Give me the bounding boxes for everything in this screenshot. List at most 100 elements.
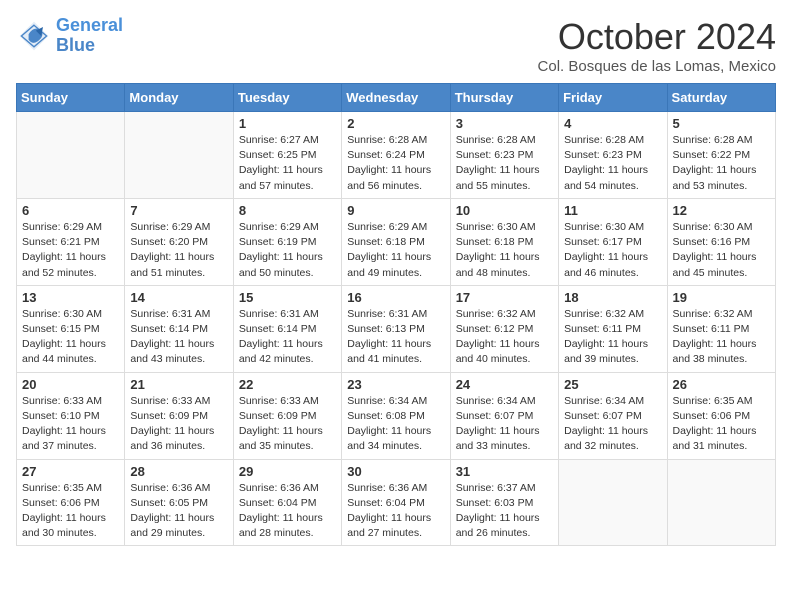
day-info: Sunrise: 6:30 AM Sunset: 6:15 PM Dayligh…: [22, 307, 119, 368]
day-number: 8: [239, 203, 336, 218]
logo-text: General Blue: [56, 16, 123, 56]
day-info: Sunrise: 6:27 AM Sunset: 6:25 PM Dayligh…: [239, 133, 336, 194]
calendar-week-row: 20 Sunrise: 6:33 AM Sunset: 6:10 PM Dayli…: [17, 372, 776, 459]
calendar-cell: 6 Sunrise: 6:29 AM Sunset: 6:21 PM Daylig…: [17, 198, 125, 285]
day-number: 11: [564, 203, 661, 218]
day-number: 31: [456, 464, 553, 479]
calendar-cell: 12 Sunrise: 6:30 AM Sunset: 6:16 PM Dayli…: [667, 198, 775, 285]
day-number: 10: [456, 203, 553, 218]
calendar-cell: 8Sunrise: 6:29 AM Sunset: 6:19 PM Daylig…: [233, 198, 341, 285]
calendar-cell: 19 Sunrise: 6:32 AM Sunset: 6:11 PM Dayli…: [667, 285, 775, 372]
calendar-cell: 30Sunrise: 6:36 AM Sunset: 6:04 PM Dayli…: [342, 459, 450, 546]
day-number: 1: [239, 116, 336, 131]
calendar-cell: 4 Sunrise: 6:28 AM Sunset: 6:23 PM Daylig…: [559, 112, 667, 199]
calendar-week-row: 6 Sunrise: 6:29 AM Sunset: 6:21 PM Daylig…: [17, 198, 776, 285]
day-number: 28: [130, 464, 227, 479]
weekday-header: Friday: [559, 84, 667, 112]
day-info: Sunrise: 6:35 AM Sunset: 6:06 PM Dayligh…: [22, 481, 119, 542]
weekday-header: Monday: [125, 84, 233, 112]
calendar-cell: [17, 112, 125, 199]
calendar-week-row: 1 Sunrise: 6:27 AM Sunset: 6:25 PM Daylig…: [17, 112, 776, 199]
logo-icon: [16, 18, 52, 54]
day-info: Sunrise: 6:31 AM Sunset: 6:14 PM Dayligh…: [239, 307, 336, 368]
weekday-header: Tuesday: [233, 84, 341, 112]
calendar-table: SundayMondayTuesdayWednesdayThursdayFrid…: [16, 83, 776, 546]
calendar-week-row: 13 Sunrise: 6:30 AM Sunset: 6:15 PM Dayli…: [17, 285, 776, 372]
day-info: Sunrise: 6:32 AM Sunset: 6:12 PM Dayligh…: [456, 307, 553, 368]
calendar-cell: 29 Sunrise: 6:36 AM Sunset: 6:04 PM Dayli…: [233, 459, 341, 546]
calendar-cell: 31 Sunrise: 6:37 AM Sunset: 6:03 PM Dayli…: [450, 459, 558, 546]
day-number: 12: [673, 203, 770, 218]
calendar-cell: 10 Sunrise: 6:30 AM Sunset: 6:18 PM Dayli…: [450, 198, 558, 285]
day-info: Sunrise: 6:32 AM Sunset: 6:11 PM Dayligh…: [564, 307, 661, 368]
weekday-header: Wednesday: [342, 84, 450, 112]
calendar-cell: 1 Sunrise: 6:27 AM Sunset: 6:25 PM Daylig…: [233, 112, 341, 199]
day-number: 13: [22, 290, 119, 305]
day-info: Sunrise: 6:29 AM Sunset: 6:20 PM Dayligh…: [130, 220, 227, 281]
calendar-cell: 26Sunrise: 6:35 AM Sunset: 6:06 PM Dayli…: [667, 372, 775, 459]
day-number: 14: [130, 290, 227, 305]
title-block: October 2024 Col. Bosques de las Lomas, …: [538, 16, 776, 75]
day-number: 22: [239, 377, 336, 392]
day-info: Sunrise: 6:28 AM Sunset: 6:23 PM Dayligh…: [564, 133, 661, 194]
weekday-header: Thursday: [450, 84, 558, 112]
day-number: 6: [22, 203, 119, 218]
day-info: Sunrise: 6:30 AM Sunset: 6:16 PM Dayligh…: [673, 220, 770, 281]
weekday-header: Saturday: [667, 84, 775, 112]
calendar-cell: 21 Sunrise: 6:33 AM Sunset: 6:09 PM Dayli…: [125, 372, 233, 459]
day-number: 17: [456, 290, 553, 305]
day-info: Sunrise: 6:29 AM Sunset: 6:21 PM Dayligh…: [22, 220, 119, 281]
calendar-cell: 2 Sunrise: 6:28 AM Sunset: 6:24 PM Daylig…: [342, 112, 450, 199]
calendar-cell: 16 Sunrise: 6:31 AM Sunset: 6:13 PM Dayli…: [342, 285, 450, 372]
calendar-cell: 22 Sunrise: 6:33 AM Sunset: 6:09 PM Dayli…: [233, 372, 341, 459]
day-number: 24: [456, 377, 553, 392]
day-number: 23: [347, 377, 444, 392]
day-number: 19: [673, 290, 770, 305]
logo: General Blue: [16, 16, 123, 56]
calendar-cell: 7Sunrise: 6:29 AM Sunset: 6:20 PM Daylig…: [125, 198, 233, 285]
day-number: 15: [239, 290, 336, 305]
calendar-cell: [559, 459, 667, 546]
day-number: 18: [564, 290, 661, 305]
day-info: Sunrise: 6:32 AM Sunset: 6:11 PM Dayligh…: [673, 307, 770, 368]
day-info: Sunrise: 6:30 AM Sunset: 6:17 PM Dayligh…: [564, 220, 661, 281]
calendar-cell: 27 Sunrise: 6:35 AM Sunset: 6:06 PM Dayli…: [17, 459, 125, 546]
day-info: Sunrise: 6:36 AM Sunset: 6:04 PM Dayligh…: [239, 481, 336, 542]
day-number: 16: [347, 290, 444, 305]
day-number: 4: [564, 116, 661, 131]
day-info: Sunrise: 6:33 AM Sunset: 6:10 PM Dayligh…: [22, 394, 119, 455]
day-info: Sunrise: 6:34 AM Sunset: 6:07 PM Dayligh…: [456, 394, 553, 455]
calendar-cell: 20 Sunrise: 6:33 AM Sunset: 6:10 PM Dayli…: [17, 372, 125, 459]
day-info: Sunrise: 6:31 AM Sunset: 6:13 PM Dayligh…: [347, 307, 444, 368]
calendar-cell: 14 Sunrise: 6:31 AM Sunset: 6:14 PM Dayli…: [125, 285, 233, 372]
day-info: Sunrise: 6:33 AM Sunset: 6:09 PM Dayligh…: [239, 394, 336, 455]
day-info: Sunrise: 6:28 AM Sunset: 6:24 PM Dayligh…: [347, 133, 444, 194]
calendar-cell: 17 Sunrise: 6:32 AM Sunset: 6:12 PM Dayli…: [450, 285, 558, 372]
day-number: 21: [130, 377, 227, 392]
calendar-cell: 18 Sunrise: 6:32 AM Sunset: 6:11 PM Dayli…: [559, 285, 667, 372]
day-number: 25: [564, 377, 661, 392]
day-info: Sunrise: 6:34 AM Sunset: 6:08 PM Dayligh…: [347, 394, 444, 455]
day-info: Sunrise: 6:37 AM Sunset: 6:03 PM Dayligh…: [456, 481, 553, 542]
month-title: October 2024: [538, 16, 776, 58]
day-number: 29: [239, 464, 336, 479]
calendar-cell: 25 Sunrise: 6:34 AM Sunset: 6:07 PM Dayli…: [559, 372, 667, 459]
day-number: 20: [22, 377, 119, 392]
day-number: 27: [22, 464, 119, 479]
day-info: Sunrise: 6:31 AM Sunset: 6:14 PM Dayligh…: [130, 307, 227, 368]
day-info: Sunrise: 6:35 AM Sunset: 6:06 PM Dayligh…: [673, 394, 770, 455]
weekday-header: Sunday: [17, 84, 125, 112]
calendar-cell: 28Sunrise: 6:36 AM Sunset: 6:05 PM Dayli…: [125, 459, 233, 546]
day-info: Sunrise: 6:30 AM Sunset: 6:18 PM Dayligh…: [456, 220, 553, 281]
day-number: 5: [673, 116, 770, 131]
day-number: 2: [347, 116, 444, 131]
day-info: Sunrise: 6:28 AM Sunset: 6:22 PM Dayligh…: [673, 133, 770, 194]
day-info: Sunrise: 6:34 AM Sunset: 6:07 PM Dayligh…: [564, 394, 661, 455]
calendar-cell: [667, 459, 775, 546]
day-number: 30: [347, 464, 444, 479]
calendar-cell: 5 Sunrise: 6:28 AM Sunset: 6:22 PM Daylig…: [667, 112, 775, 199]
day-info: Sunrise: 6:33 AM Sunset: 6:09 PM Dayligh…: [130, 394, 227, 455]
location: Col. Bosques de las Lomas, Mexico: [538, 58, 776, 75]
calendar-cell: 13 Sunrise: 6:30 AM Sunset: 6:15 PM Dayli…: [17, 285, 125, 372]
calendar-cell: 23 Sunrise: 6:34 AM Sunset: 6:08 PM Dayli…: [342, 372, 450, 459]
